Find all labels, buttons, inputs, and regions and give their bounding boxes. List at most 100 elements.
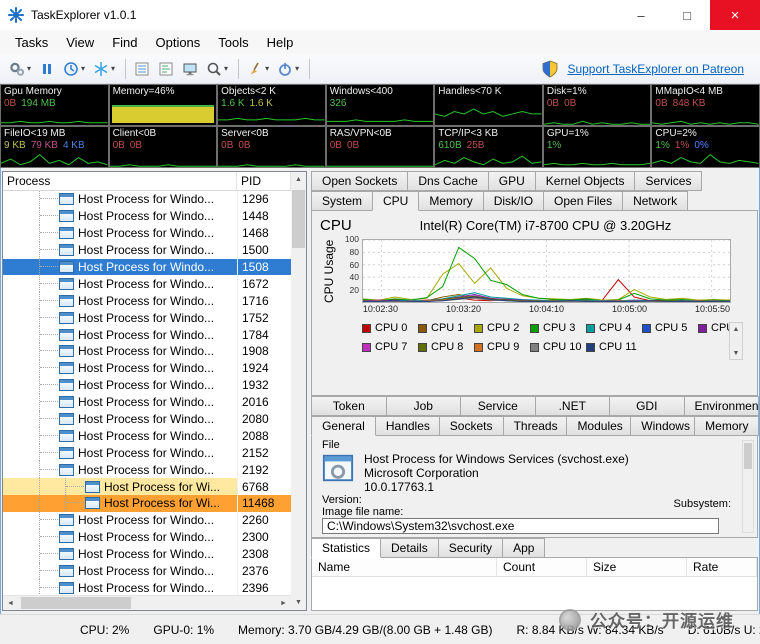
power-options-button[interactable]: ▾: [274, 57, 302, 81]
patreon-link[interactable]: Support TaskExplorer on Patreon: [567, 62, 744, 76]
process-row[interactable]: Host Process for Windo...2308: [3, 546, 291, 563]
menu-item-help[interactable]: Help: [258, 32, 303, 53]
tab-sockets[interactable]: Sockets: [439, 416, 504, 436]
process-row[interactable]: Host Process for Windo...1508: [3, 259, 291, 276]
tab-statistics[interactable]: Statistics: [311, 538, 381, 558]
perf-tile[interactable]: TCP/IP<3 KB610B25B: [434, 126, 543, 168]
tab-services[interactable]: Services: [634, 171, 702, 191]
tab-open-sockets[interactable]: Open Sockets: [311, 171, 408, 191]
perf-tile[interactable]: FileIO<19 MB9 KB79 KB4 KB: [0, 126, 109, 168]
scroll-down-button[interactable]: [291, 595, 306, 610]
tab-gpu[interactable]: GPU: [488, 171, 536, 191]
process-pid-cell[interactable]: 1908: [237, 343, 291, 360]
perf-tile[interactable]: Objects<2 K1.6 K1.6 K: [217, 84, 326, 126]
close-button[interactable]: ×: [710, 0, 760, 30]
process-name-cell[interactable]: Host Process for Windo...: [3, 360, 237, 377]
process-row[interactable]: Host Process for Windo...1468: [3, 225, 291, 242]
monitor-button[interactable]: [179, 57, 201, 81]
tab-dns-cache[interactable]: Dns Cache: [407, 171, 488, 191]
stats-column-count[interactable]: Count: [497, 558, 587, 576]
process-pid-cell[interactable]: 11468: [237, 495, 291, 512]
scrollbar-thumb[interactable]: [292, 190, 305, 248]
scroll-left-button[interactable]: [3, 596, 18, 610]
tab-open-files[interactable]: Open Files: [543, 191, 623, 211]
process-name-cell[interactable]: Host Process for Windo...: [3, 512, 237, 529]
freeze-button[interactable]: ▾: [90, 57, 118, 81]
tab-handles[interactable]: Handles: [375, 416, 440, 436]
perf-tile[interactable]: MMapIO<4 MB0B848 KB: [651, 84, 760, 126]
scrollbar-track[interactable]: [18, 596, 276, 610]
process-row[interactable]: Host Process for Wi...6768: [3, 478, 291, 495]
process-pid-cell[interactable]: 2080: [237, 411, 291, 428]
process-row[interactable]: Host Process for Wi...11468: [3, 495, 291, 512]
process-name-cell[interactable]: Host Process for Windo...: [3, 292, 237, 309]
process-row[interactable]: Host Process for Windo...2396: [3, 579, 291, 595]
process-row[interactable]: Host Process for Windo...1752: [3, 309, 291, 326]
process-pid-cell[interactable]: 1932: [237, 377, 291, 394]
process-row[interactable]: Host Process for Windo...2300: [3, 529, 291, 546]
process-pid-cell[interactable]: 1752: [237, 309, 291, 326]
process-pid-cell[interactable]: 1672: [237, 275, 291, 292]
process-name-cell[interactable]: Host Process for Windo...: [3, 579, 237, 595]
legend-item[interactable]: CPU 6: [698, 322, 754, 334]
stats-column-rate[interactable]: Rate: [687, 558, 757, 576]
process-pid-cell[interactable]: 6768: [237, 478, 291, 495]
legend-item[interactable]: CPU 10: [530, 341, 586, 353]
legend-item[interactable]: CPU 5: [642, 322, 698, 334]
legend-item[interactable]: CPU 0: [362, 322, 418, 334]
process-name-cell[interactable]: Host Process for Wi...: [3, 478, 237, 495]
tab-app[interactable]: App: [502, 538, 545, 558]
scroll-up-button[interactable]: [730, 323, 742, 335]
process-row[interactable]: Host Process for Windo...1500: [3, 242, 291, 259]
perf-tile[interactable]: RAS/VPN<0B0B0B: [326, 126, 435, 168]
process-name-cell[interactable]: Host Process for Windo...: [3, 343, 237, 360]
process-pid-cell[interactable]: 2260: [237, 512, 291, 529]
process-name-cell[interactable]: Host Process for Windo...: [3, 208, 237, 225]
process-name-cell[interactable]: Host Process for Windo...: [3, 242, 237, 259]
perf-tile[interactable]: Server<0B0B0B: [217, 126, 326, 168]
process-row[interactable]: Host Process for Windo...2376: [3, 563, 291, 580]
stats-column-name[interactable]: Name: [312, 558, 497, 576]
find-button[interactable]: ▾: [203, 57, 231, 81]
process-row[interactable]: Host Process for Windo...1908: [3, 343, 291, 360]
process-name-cell[interactable]: Host Process for Windo...: [3, 461, 237, 478]
perf-tile[interactable]: Client<0B0B0B: [109, 126, 218, 168]
process-name-cell[interactable]: Host Process for Windo...: [3, 427, 237, 444]
process-name-cell[interactable]: Host Process for Windo...: [3, 394, 237, 411]
process-name-cell[interactable]: Host Process for Windo...: [3, 563, 237, 580]
tab-disk-io[interactable]: Disk/IO: [483, 191, 544, 211]
legend-item[interactable]: CPU 7: [362, 341, 418, 353]
scrollbar-thumb[interactable]: [21, 597, 131, 609]
legend-item[interactable]: CPU 1: [418, 322, 474, 334]
tab-job[interactable]: Job: [386, 396, 462, 416]
scrollbar-thumb[interactable]: [744, 443, 752, 469]
process-name-cell[interactable]: Host Process for Wi...: [3, 495, 237, 512]
menu-item-tasks[interactable]: Tasks: [6, 32, 57, 53]
legend-item[interactable]: CPU 9: [474, 341, 530, 353]
process-pid-cell[interactable]: 1448: [237, 208, 291, 225]
tab-cpu[interactable]: CPU: [372, 191, 419, 211]
perf-tile[interactable]: CPU=2%1%1%0%: [651, 126, 760, 168]
process-row[interactable]: Host Process for Windo...2088: [3, 427, 291, 444]
process-pid-cell[interactable]: 2152: [237, 444, 291, 461]
process-horizontal-scrollbar[interactable]: [3, 595, 291, 610]
tab-modules[interactable]: Modules: [566, 416, 631, 436]
scrollbar-track[interactable]: [291, 187, 306, 595]
process-pid-cell[interactable]: 2300: [237, 529, 291, 546]
process-name-cell[interactable]: Host Process for Windo...: [3, 411, 237, 428]
legend-item[interactable]: CPU 2: [474, 322, 530, 334]
process-name-cell[interactable]: Host Process for Windo...: [3, 275, 237, 292]
tab-system[interactable]: System: [311, 191, 373, 211]
process-name-cell[interactable]: Host Process for Windo...: [3, 444, 237, 461]
tab-threads[interactable]: Threads: [503, 416, 568, 436]
process-row[interactable]: Host Process for Windo...1932: [3, 377, 291, 394]
scroll-down-button[interactable]: [730, 347, 742, 359]
process-row[interactable]: Host Process for Windo...2016: [3, 394, 291, 411]
perf-tile[interactable]: Disk=1%0B0B: [543, 84, 652, 126]
process-name-cell[interactable]: Host Process for Windo...: [3, 191, 237, 208]
process-row[interactable]: Host Process for Windo...2152: [3, 444, 291, 461]
stats-column-size[interactable]: Size: [587, 558, 687, 576]
menu-item-find[interactable]: Find: [103, 32, 146, 53]
process-name-cell[interactable]: Host Process for Windo...: [3, 309, 237, 326]
tab-windows[interactable]: Windows: [630, 416, 695, 436]
